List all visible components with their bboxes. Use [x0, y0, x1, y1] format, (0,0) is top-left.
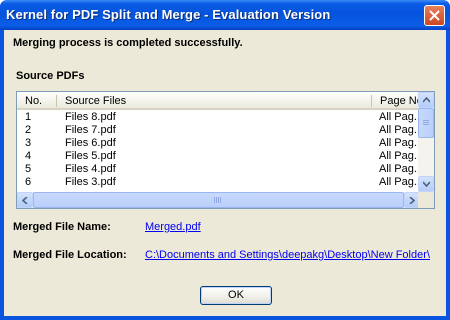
dialog-window: Kernel for PDF Split and Merge - Evaluat…: [0, 0, 450, 320]
ok-button[interactable]: OK: [200, 286, 272, 305]
cell-page-no: All Pag...: [379, 124, 420, 136]
table-row[interactable]: 2 Files 7.pdf All Pag...: [17, 124, 420, 137]
cell-no: 2: [25, 124, 32, 136]
status-message: Merging process is completed successfull…: [13, 37, 243, 49]
table-row[interactable]: 3 Files 6.pdf All Pag...: [17, 137, 420, 150]
close-button[interactable]: [424, 5, 445, 26]
scroll-up-button[interactable]: [418, 92, 434, 108]
merged-file-name-link[interactable]: Merged.pdf: [145, 221, 201, 233]
cell-no: 1: [25, 111, 32, 123]
arrow-up-icon: [423, 97, 430, 103]
merged-file-name-label: Merged File Name:: [13, 221, 111, 233]
cell-page-no: All Pag...: [379, 176, 420, 188]
merged-file-location-link[interactable]: C:\Documents and Settings\deepakg\Deskto…: [145, 249, 430, 261]
cell-no: 5: [25, 163, 32, 175]
cell-page-no: All Pag...: [379, 163, 420, 175]
table-row[interactable]: 6 Files 3.pdf All Pag...: [17, 176, 420, 189]
window-title: Kernel for PDF Split and Merge - Evaluat…: [6, 7, 331, 22]
title-bar[interactable]: Kernel for PDF Split and Merge - Evaluat…: [0, 0, 450, 30]
cell-page-no: All Pag...: [379, 137, 420, 149]
scrollbar-corner: [418, 192, 434, 208]
table-row[interactable]: 5 Files 4.pdf All Pag...: [17, 163, 420, 176]
horizontal-scroll-thumb[interactable]: [33, 192, 404, 208]
scroll-down-button[interactable]: [418, 176, 434, 192]
close-icon: [429, 10, 440, 21]
scroll-left-button[interactable]: [17, 192, 33, 208]
cell-source-file: Files 8.pdf: [65, 111, 116, 123]
list-body: 1 Files 8.pdf All Pag... 2 Files 7.pdf All Pa…: [17, 111, 420, 189]
cell-source-file: Files 7.pdf: [65, 124, 116, 136]
table-row[interactable]: 4 Files 5.pdf All Pag...: [17, 150, 420, 163]
arrow-right-icon: [409, 197, 415, 204]
cell-page-no: All Pag...: [379, 111, 420, 123]
cell-source-file: Files 5.pdf: [65, 150, 116, 162]
cell-page-no: All Pag...: [379, 150, 420, 162]
cell-source-file: Files 6.pdf: [65, 137, 116, 149]
arrow-down-icon: [423, 181, 430, 187]
cell-no: 4: [25, 150, 32, 162]
column-header-no[interactable]: No.: [17, 92, 57, 109]
source-files-list[interactable]: No. Source Files Page No 1 Files 8.pdf All…: [16, 91, 435, 209]
cell-no: 3: [25, 137, 32, 149]
cell-source-file: Files 4.pdf: [65, 163, 116, 175]
cell-source-file: Files 3.pdf: [65, 176, 116, 188]
horizontal-scrollbar[interactable]: [17, 192, 420, 208]
column-header-page-no[interactable]: Page No: [372, 92, 420, 109]
merged-file-location-label: Merged File Location:: [13, 249, 127, 261]
source-pdfs-label: Source PDFs: [16, 70, 85, 82]
dialog-body: Merging process is completed successfull…: [4, 30, 446, 316]
vertical-scroll-thumb[interactable]: [418, 108, 434, 138]
cell-no: 6: [25, 176, 32, 188]
table-row[interactable]: 1 Files 8.pdf All Pag...: [17, 111, 420, 124]
column-header-source-files[interactable]: Source Files: [57, 92, 372, 109]
list-header: No. Source Files Page No: [17, 92, 420, 110]
arrow-left-icon: [22, 197, 28, 204]
vertical-scrollbar[interactable]: [418, 92, 434, 192]
